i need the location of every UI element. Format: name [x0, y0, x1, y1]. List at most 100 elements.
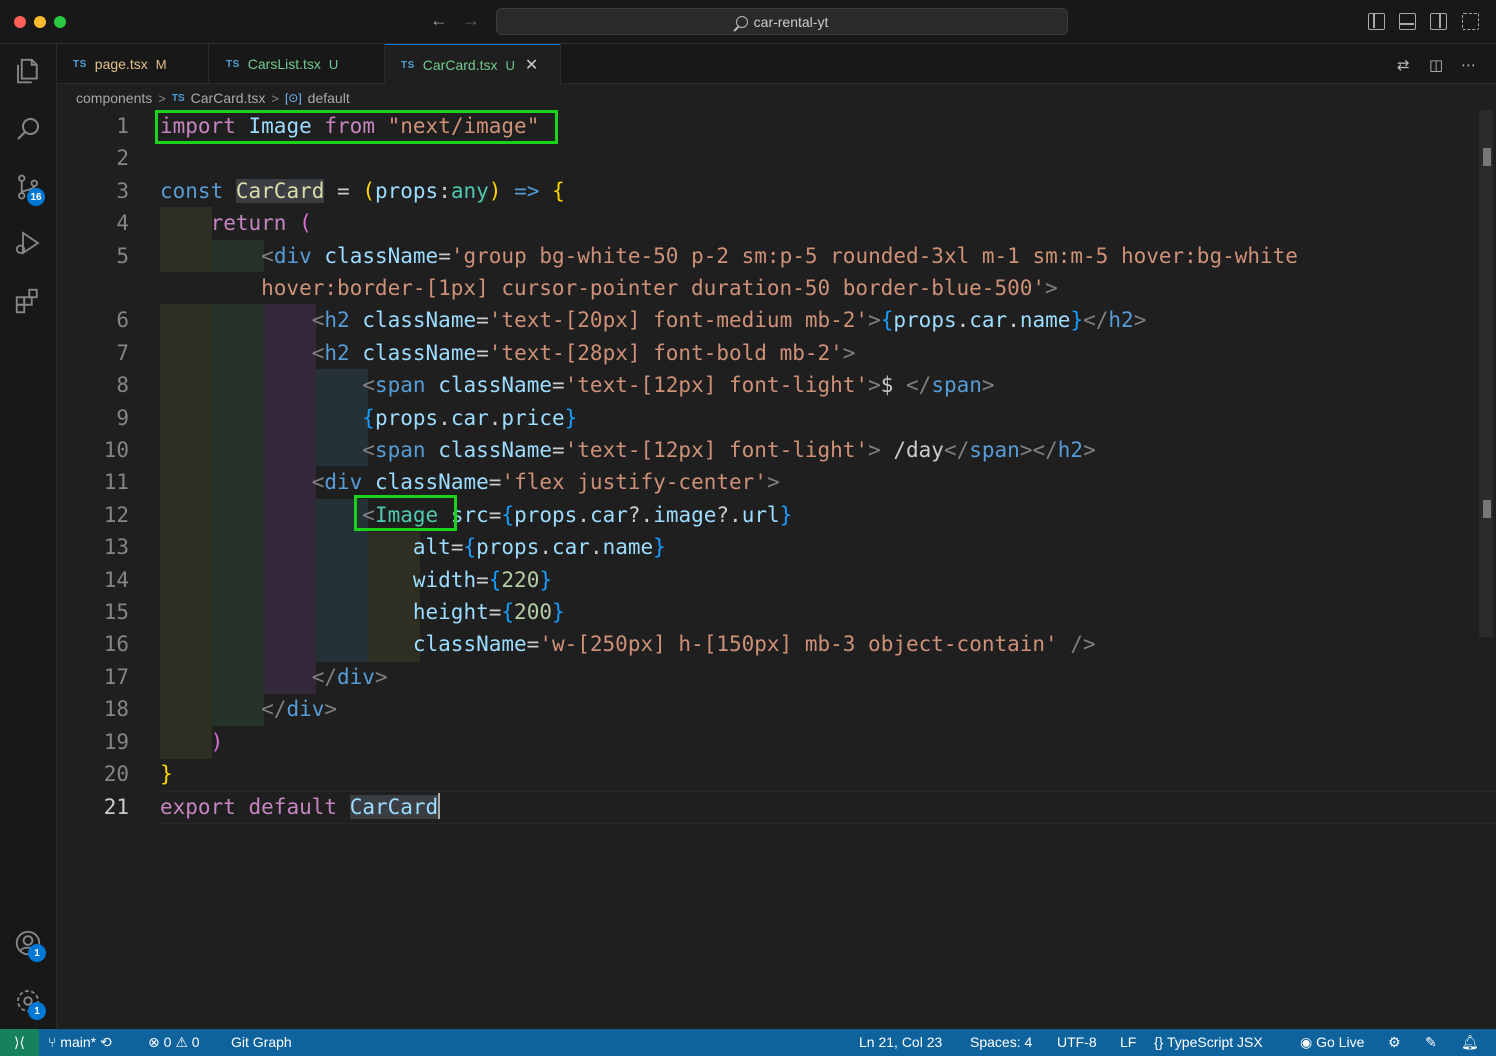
- line-number: 2: [116, 146, 129, 170]
- breadcrumb-symbol[interactable]: default: [308, 90, 350, 106]
- explorer-icon[interactable]: [13, 56, 43, 86]
- editor-tab-bar: TS page.tsx M TS CarsList.tsx U TS CarCa…: [57, 44, 1496, 85]
- customize-layout-icon[interactable]: [1462, 13, 1479, 30]
- encoding-setting[interactable]: UTF-8: [1057, 1029, 1097, 1056]
- broadcast-icon: ◉: [1300, 1034, 1313, 1050]
- language-label: TypeScript JSX: [1167, 1034, 1263, 1050]
- code-line-5-wrap: hover:border-[1px] cursor-pointer durati…: [160, 276, 1058, 300]
- language-mode[interactable]: {} TypeScript JSX: [1154, 1029, 1263, 1056]
- code-line-8: <span className='text-[12px] font-light'…: [362, 373, 995, 397]
- error-count: 0: [163, 1034, 172, 1050]
- problems-indicator[interactable]: ⊗ 0 ⚠ 0: [148, 1029, 200, 1056]
- tab-carslist-tsx[interactable]: TS CarsList.tsx U: [210, 44, 385, 84]
- split-editor-icon[interactable]: ◫: [1429, 56, 1443, 74]
- breadcrumb-folder[interactable]: components: [76, 90, 152, 106]
- minimize-window-button[interactable]: [34, 16, 46, 28]
- go-live-button[interactable]: ◉ Go Live: [1300, 1029, 1364, 1056]
- workspace-title: car-rental-yt: [753, 13, 829, 30]
- back-arrow-icon[interactable]: ←: [430, 10, 448, 31]
- status-bar: ⟩⟨ ⑂ main* ⟲ ⊗ 0 ⚠ 0 Git Graph Ln 21, Co…: [0, 1029, 1496, 1056]
- chevron-right-icon: >: [158, 90, 166, 106]
- tab-carcard-tsx[interactable]: TS CarCard.tsx U ✕: [385, 44, 561, 85]
- code-editor[interactable]: 1 2 3 4 5 6 7 8 9 10 11 12 13 14 15 16 1…: [57, 110, 1496, 1029]
- warning-count: 0: [191, 1034, 200, 1050]
- git-graph-button[interactable]: Git Graph: [231, 1029, 292, 1056]
- toggle-primary-sidebar-icon[interactable]: [1368, 13, 1385, 30]
- line-number: 19: [103, 730, 129, 754]
- code-line-12: <Image src={props.car?.image?.url}: [362, 503, 793, 527]
- branch-indicator[interactable]: ⑂ main* ⟲: [48, 1029, 112, 1056]
- extensions-icon[interactable]: [13, 286, 43, 316]
- git-status-indicator: U: [505, 57, 515, 73]
- run-debug-icon[interactable]: [13, 228, 43, 258]
- tab-label: CarsList.tsx: [247, 56, 321, 72]
- maximize-window-button[interactable]: [54, 16, 66, 28]
- code-line-20: }: [160, 762, 173, 786]
- code-line-9: {props.car.price}: [362, 406, 578, 430]
- toggle-panel-icon[interactable]: [1399, 13, 1416, 30]
- typescript-file-icon: TS: [73, 58, 87, 70]
- code-line-18: </div>: [261, 697, 338, 721]
- breadcrumb-file[interactable]: CarCard.tsx: [191, 90, 266, 106]
- branch-name: main*: [60, 1034, 97, 1050]
- notifications-bell-icon[interactable]: 🔔︎: [1461, 1029, 1479, 1056]
- accounts-badge: 1: [28, 944, 46, 962]
- typescript-file-icon: TS: [226, 58, 240, 70]
- line-number: 13: [103, 535, 129, 559]
- line-number: 1: [116, 114, 129, 138]
- forward-arrow-icon[interactable]: →: [462, 10, 480, 31]
- symbol-variable-icon: [⊙]: [284, 91, 302, 105]
- more-actions-icon[interactable]: ⋯: [1461, 56, 1476, 74]
- line-number: 17: [103, 665, 129, 689]
- code-line-6: <h2 className='text-[20px] font-medium m…: [311, 308, 1147, 332]
- sync-icon[interactable]: ⟲: [100, 1034, 112, 1050]
- code-line-3: const CarCard = (props:any) => {: [160, 179, 565, 203]
- tab-page-tsx[interactable]: TS page.tsx M: [57, 44, 209, 84]
- line-number: 16: [103, 632, 129, 656]
- code-line-5: <div className='group bg-white-50 p-2 sm…: [261, 244, 1298, 268]
- scroll-position-marker: [1483, 500, 1491, 518]
- code-line-11: <div className='flex justify-center'>: [311, 470, 780, 494]
- annotation-highlight-image-tag: [354, 495, 457, 531]
- annotation-highlight-import: [155, 110, 558, 144]
- warning-icon: ⚠: [175, 1034, 188, 1050]
- typescript-file-icon: TS: [401, 59, 415, 71]
- toggle-secondary-sidebar-icon[interactable]: [1430, 13, 1447, 30]
- eol-setting[interactable]: LF: [1120, 1029, 1136, 1056]
- cursor-position[interactable]: Ln 21, Col 23: [859, 1029, 942, 1056]
- close-window-button[interactable]: [14, 16, 26, 28]
- search-icon[interactable]: [13, 114, 43, 144]
- error-icon: ⊗: [148, 1034, 160, 1050]
- code-line-17: </div>: [311, 665, 388, 689]
- line-number: 5: [116, 244, 129, 268]
- vertical-scrollbar[interactable]: [1479, 110, 1493, 637]
- close-icon[interactable]: ✕: [525, 55, 538, 75]
- line-number: 7: [116, 341, 129, 365]
- typescript-file-icon: TS: [171, 92, 185, 104]
- line-number-current: 21: [103, 795, 129, 819]
- indentation-setting[interactable]: Spaces: 4: [970, 1029, 1032, 1056]
- tab-label: page.tsx: [94, 56, 148, 72]
- line-number: 3: [116, 179, 129, 203]
- line-number: 8: [116, 373, 129, 397]
- code-line-13: alt={props.car.name}: [412, 535, 666, 559]
- breadcrumb: components > TS CarCard.tsx > [⊙] defaul…: [76, 88, 350, 108]
- line-number: 9: [116, 406, 129, 430]
- line-number: 11: [103, 470, 129, 494]
- code-line-15: height={200}: [412, 600, 565, 624]
- scroll-position-marker: [1483, 148, 1491, 166]
- git-status-indicator: U: [328, 56, 339, 72]
- line-number: 12: [103, 503, 129, 527]
- git-status-indicator: M: [155, 56, 167, 72]
- go-live-label: Go Live: [1316, 1034, 1365, 1050]
- code-line-19: ): [210, 730, 224, 754]
- command-center-search[interactable]: car-rental-yt: [496, 8, 1068, 35]
- braces-icon: {}: [1154, 1034, 1164, 1050]
- copilot-icon[interactable]: ⚙: [1388, 1029, 1401, 1056]
- compare-changes-icon[interactable]: ⇄: [1397, 56, 1410, 74]
- feedback-icon[interactable]: ✎: [1425, 1029, 1437, 1056]
- remote-indicator-icon[interactable]: ⟩⟨: [0, 1029, 39, 1056]
- line-number: 6: [116, 308, 129, 332]
- manage-badge: 1: [28, 1002, 46, 1020]
- git-branch-icon: ⑂: [48, 1034, 57, 1050]
